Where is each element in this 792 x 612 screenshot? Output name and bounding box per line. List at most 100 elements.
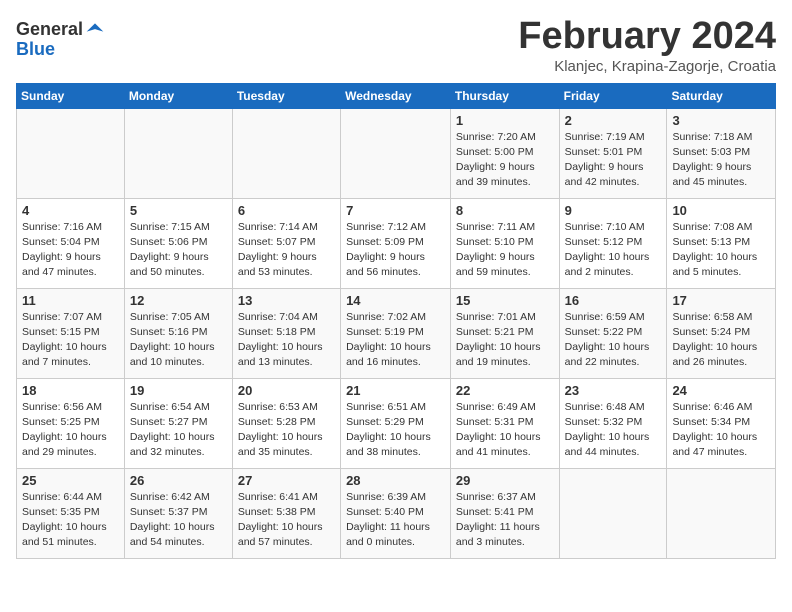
calendar-cell: 2 Sunrise: 7:19 AMSunset: 5:01 PMDaylight…: [559, 108, 667, 198]
day-info: Sunrise: 6:51 AMSunset: 5:29 PMDaylight:…: [346, 400, 445, 461]
calendar-cell: 18 Sunrise: 6:56 AMSunset: 5:25 PMDayligh…: [17, 378, 125, 468]
calendar-title: February 2024: [518, 16, 776, 58]
day-info: Sunrise: 6:49 AMSunset: 5:31 PMDaylight:…: [456, 400, 554, 461]
day-info: Sunrise: 7:18 AMSunset: 5:03 PMDaylight:…: [672, 130, 770, 191]
day-number: 8: [456, 203, 554, 218]
day-number: 28: [346, 473, 445, 488]
week-row-3: 11 Sunrise: 7:07 AMSunset: 5:15 PMDayligh…: [17, 288, 776, 378]
calendar-cell: [232, 108, 340, 198]
day-number: 10: [672, 203, 770, 218]
day-number: 12: [130, 293, 227, 308]
logo: General Blue: [16, 20, 105, 60]
day-number: 23: [565, 383, 662, 398]
calendar-cell: 29 Sunrise: 6:37 AMSunset: 5:41 PMDayligh…: [450, 468, 559, 558]
calendar-cell: 21 Sunrise: 6:51 AMSunset: 5:29 PMDayligh…: [341, 378, 451, 468]
calendar-cell: 23 Sunrise: 6:48 AMSunset: 5:32 PMDayligh…: [559, 378, 667, 468]
day-number: 7: [346, 203, 445, 218]
calendar-table: SundayMondayTuesdayWednesdayThursdayFrid…: [16, 83, 776, 559]
calendar-cell: 7 Sunrise: 7:12 AMSunset: 5:09 PMDaylight…: [341, 198, 451, 288]
col-header-saturday: Saturday: [667, 83, 776, 108]
day-info: Sunrise: 7:12 AMSunset: 5:09 PMDaylight:…: [346, 220, 445, 281]
day-number: 13: [238, 293, 335, 308]
day-number: 24: [672, 383, 770, 398]
day-info: Sunrise: 6:44 AMSunset: 5:35 PMDaylight:…: [22, 490, 119, 551]
day-number: 18: [22, 383, 119, 398]
logo-general-text: General: [16, 20, 83, 40]
day-info: Sunrise: 7:07 AMSunset: 5:15 PMDaylight:…: [22, 310, 119, 371]
day-info: Sunrise: 6:46 AMSunset: 5:34 PMDaylight:…: [672, 400, 770, 461]
day-info: Sunrise: 6:42 AMSunset: 5:37 PMDaylight:…: [130, 490, 227, 551]
day-info: Sunrise: 6:58 AMSunset: 5:24 PMDaylight:…: [672, 310, 770, 371]
logo-blue-text: Blue: [16, 40, 105, 60]
calendar-cell: 10 Sunrise: 7:08 AMSunset: 5:13 PMDayligh…: [667, 198, 776, 288]
day-info: Sunrise: 7:19 AMSunset: 5:01 PMDaylight:…: [565, 130, 662, 191]
day-number: 20: [238, 383, 335, 398]
day-number: 9: [565, 203, 662, 218]
day-info: Sunrise: 7:11 AMSunset: 5:10 PMDaylight:…: [456, 220, 554, 281]
day-number: 25: [22, 473, 119, 488]
calendar-cell: 4 Sunrise: 7:16 AMSunset: 5:04 PMDaylight…: [17, 198, 125, 288]
day-info: Sunrise: 6:59 AMSunset: 5:22 PMDaylight:…: [565, 310, 662, 371]
calendar-cell: 17 Sunrise: 6:58 AMSunset: 5:24 PMDayligh…: [667, 288, 776, 378]
calendar-subtitle: Klanjec, Krapina-Zagorje, Croatia: [518, 58, 776, 75]
col-header-sunday: Sunday: [17, 83, 125, 108]
day-number: 29: [456, 473, 554, 488]
day-number: 1: [456, 113, 554, 128]
calendar-cell: 16 Sunrise: 6:59 AMSunset: 5:22 PMDayligh…: [559, 288, 667, 378]
calendar-cell: 13 Sunrise: 7:04 AMSunset: 5:18 PMDayligh…: [232, 288, 340, 378]
day-info: Sunrise: 6:56 AMSunset: 5:25 PMDaylight:…: [22, 400, 119, 461]
calendar-cell: 14Sunrise: 7:02 AMSunset: 5:19 PMDayligh…: [341, 288, 451, 378]
logo-bird-icon: [85, 20, 105, 40]
day-number: 14: [346, 293, 445, 308]
week-row-5: 25 Sunrise: 6:44 AMSunset: 5:35 PMDayligh…: [17, 468, 776, 558]
day-info: Sunrise: 7:04 AMSunset: 5:18 PMDaylight:…: [238, 310, 335, 371]
calendar-cell: 12Sunrise: 7:05 AMSunset: 5:16 PMDayligh…: [124, 288, 232, 378]
day-number: 16: [565, 293, 662, 308]
day-number: 27: [238, 473, 335, 488]
day-number: 3: [672, 113, 770, 128]
day-number: 6: [238, 203, 335, 218]
calendar-body: 1Sunrise: 7:20 AMSunset: 5:00 PMDaylight…: [17, 108, 776, 558]
day-info: Sunrise: 7:16 AMSunset: 5:04 PMDaylight:…: [22, 220, 119, 281]
day-info: Sunrise: 6:41 AMSunset: 5:38 PMDaylight:…: [238, 490, 335, 551]
day-number: 11: [22, 293, 119, 308]
calendar-cell: [559, 468, 667, 558]
calendar-cell: 22 Sunrise: 6:49 AMSunset: 5:31 PMDayligh…: [450, 378, 559, 468]
calendar-cell: 1Sunrise: 7:20 AMSunset: 5:00 PMDaylight…: [450, 108, 559, 198]
week-row-4: 18 Sunrise: 6:56 AMSunset: 5:25 PMDayligh…: [17, 378, 776, 468]
day-info: Sunrise: 6:48 AMSunset: 5:32 PMDaylight:…: [565, 400, 662, 461]
calendar-cell: [124, 108, 232, 198]
calendar-cell: 11 Sunrise: 7:07 AMSunset: 5:15 PMDayligh…: [17, 288, 125, 378]
day-info: Sunrise: 7:10 AMSunset: 5:12 PMDaylight:…: [565, 220, 662, 281]
day-info: Sunrise: 6:37 AMSunset: 5:41 PMDaylight:…: [456, 490, 554, 551]
calendar-cell: 6 Sunrise: 7:14 AMSunset: 5:07 PMDaylight…: [232, 198, 340, 288]
col-header-thursday: Thursday: [450, 83, 559, 108]
calendar-cell: 24 Sunrise: 6:46 AMSunset: 5:34 PMDayligh…: [667, 378, 776, 468]
day-info: Sunrise: 6:53 AMSunset: 5:28 PMDaylight:…: [238, 400, 335, 461]
week-row-1: 1Sunrise: 7:20 AMSunset: 5:00 PMDaylight…: [17, 108, 776, 198]
day-number: 17: [672, 293, 770, 308]
day-number: 19: [130, 383, 227, 398]
day-number: 4: [22, 203, 119, 218]
day-info: Sunrise: 7:14 AMSunset: 5:07 PMDaylight:…: [238, 220, 335, 281]
calendar-cell: 20 Sunrise: 6:53 AMSunset: 5:28 PMDayligh…: [232, 378, 340, 468]
col-header-tuesday: Tuesday: [232, 83, 340, 108]
calendar-header: SundayMondayTuesdayWednesdayThursdayFrid…: [17, 83, 776, 108]
calendar-cell: 28 Sunrise: 6:39 AMSunset: 5:40 PMDayligh…: [341, 468, 451, 558]
calendar-cell: 25 Sunrise: 6:44 AMSunset: 5:35 PMDayligh…: [17, 468, 125, 558]
calendar-cell: 3 Sunrise: 7:18 AMSunset: 5:03 PMDaylight…: [667, 108, 776, 198]
day-number: 2: [565, 113, 662, 128]
calendar-cell: [341, 108, 451, 198]
col-header-wednesday: Wednesday: [341, 83, 451, 108]
header-row: SundayMondayTuesdayWednesdayThursdayFrid…: [17, 83, 776, 108]
day-info: Sunrise: 6:39 AMSunset: 5:40 PMDaylight:…: [346, 490, 445, 551]
day-info: Sunrise: 7:08 AMSunset: 5:13 PMDaylight:…: [672, 220, 770, 281]
day-number: 22: [456, 383, 554, 398]
week-row-2: 4 Sunrise: 7:16 AMSunset: 5:04 PMDaylight…: [17, 198, 776, 288]
day-number: 21: [346, 383, 445, 398]
calendar-cell: 19 Sunrise: 6:54 AMSunset: 5:27 PMDayligh…: [124, 378, 232, 468]
calendar-cell: 8 Sunrise: 7:11 AMSunset: 5:10 PMDaylight…: [450, 198, 559, 288]
calendar-cell: 26Sunrise: 6:42 AMSunset: 5:37 PMDayligh…: [124, 468, 232, 558]
calendar-cell: [667, 468, 776, 558]
day-info: Sunrise: 6:54 AMSunset: 5:27 PMDaylight:…: [130, 400, 227, 461]
